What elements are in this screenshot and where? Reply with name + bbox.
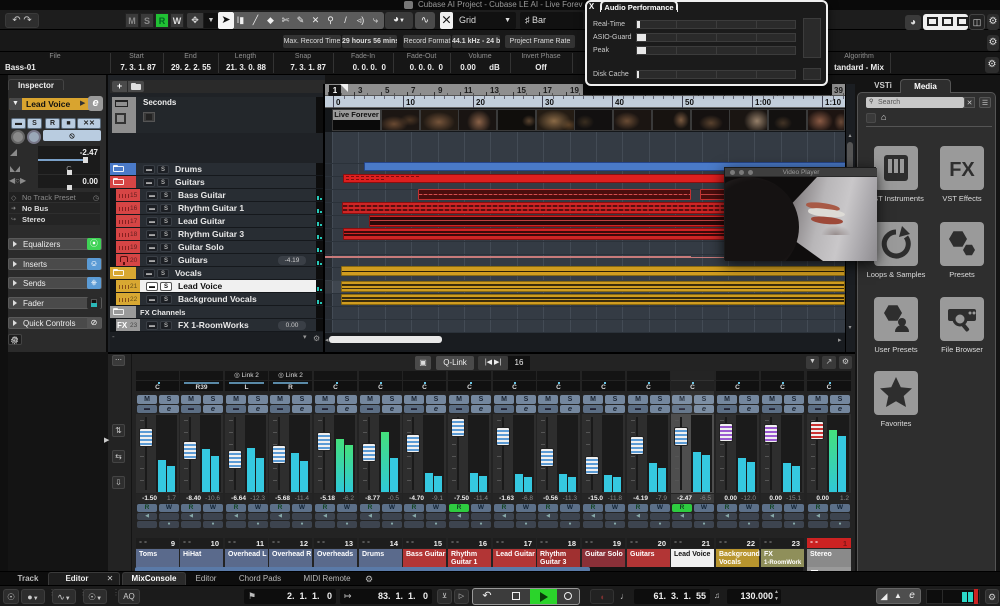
svg-text:FX: FX — [949, 159, 975, 181]
